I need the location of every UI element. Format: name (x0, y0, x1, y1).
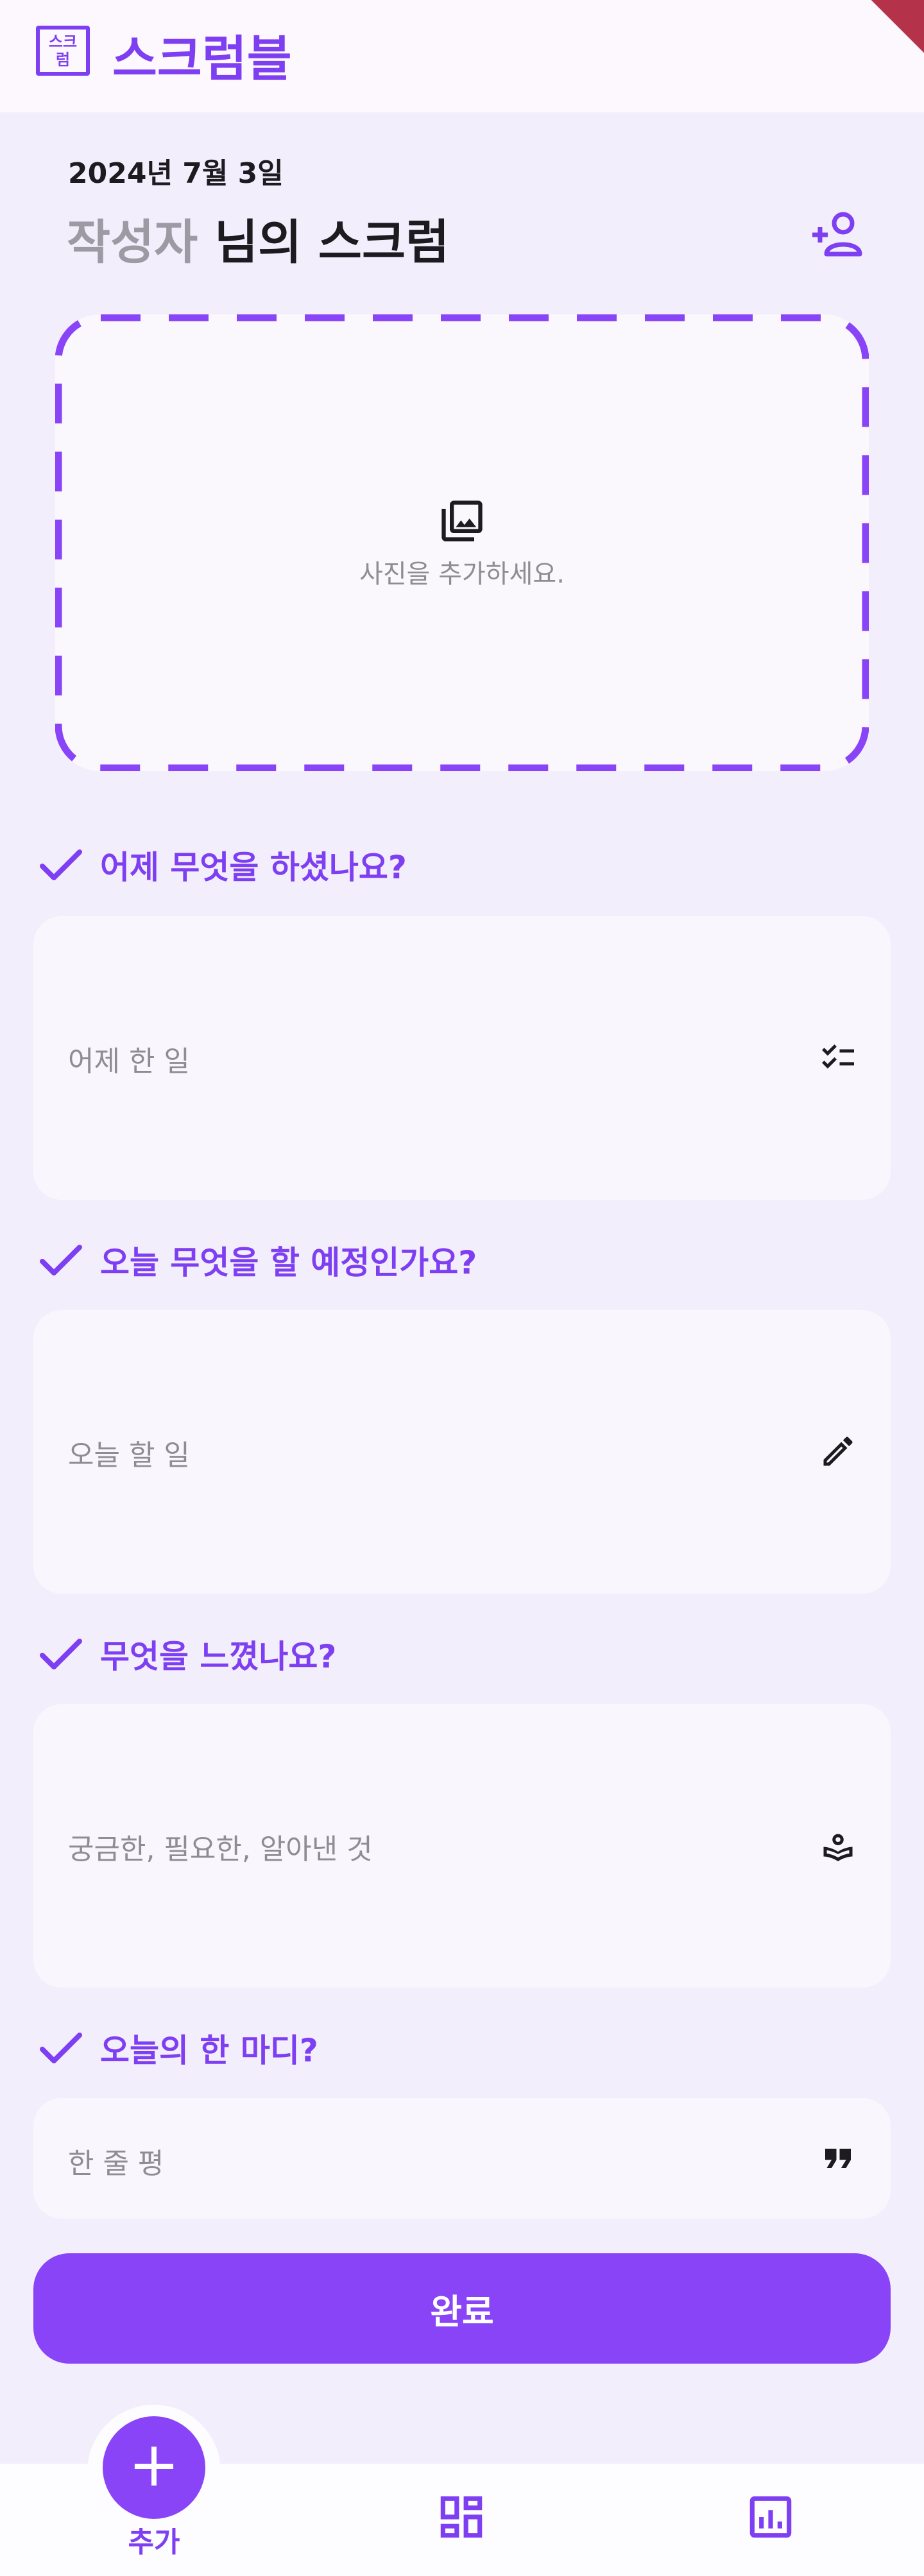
analytics-icon[interactable] (743, 2489, 798, 2545)
photo-library-icon (441, 500, 483, 542)
author-name[interactable]: 작성자 (67, 215, 198, 270)
today-placeholder: 오늘 할 일 (68, 1439, 190, 1472)
comment-input[interactable]: 한 줄 평 (33, 2098, 891, 2219)
section-today-header: 오늘 무엇을 할 예정인가요? (38, 1237, 477, 1283)
app-title: 스크럼블 (112, 30, 292, 87)
scrum-title: 작성자 님의 스크럼 (67, 204, 449, 273)
section-feeling-header: 무엇을 느꼈나요? (38, 1631, 336, 1677)
pencil-icon (823, 1437, 853, 1466)
submit-button[interactable]: 완료 (33, 2253, 891, 2364)
feeling-placeholder: 궁금한, 필요한, 알아낸 것 (68, 1833, 373, 1866)
checklist-icon (822, 1044, 854, 1069)
check-icon (40, 2033, 82, 2063)
book-person-icon (823, 1834, 853, 1861)
yesterday-placeholder: 어제 한 일 (68, 1045, 190, 1078)
yesterday-input[interactable]: 어제 한 일 (33, 916, 891, 1200)
section-yesterday-header: 어제 무엇을 하셨나요? (38, 842, 407, 888)
section-comment-header: 오늘의 한 마디? (38, 2025, 318, 2071)
section-comment-question: 오늘의 한 마디? (100, 2032, 318, 2069)
quote-icon (825, 2149, 851, 2168)
section-today-question: 오늘 무엇을 할 예정인가요? (100, 1244, 477, 1281)
check-icon (40, 1245, 82, 1275)
check-icon (40, 849, 82, 880)
dashboard-icon[interactable] (434, 2489, 489, 2545)
add-scrum-fab[interactable]: + (103, 2416, 205, 2519)
feeling-input[interactable]: 궁금한, 필요한, 알아낸 것 (33, 1704, 891, 1988)
section-feeling-question: 무엇을 느꼈나요? (100, 1638, 337, 1675)
scrum-date: 2024년 7월 3일 (68, 157, 284, 190)
nav-add-label: 추가 (128, 2526, 180, 2559)
section-yesterday-question: 어제 무엇을 하셨나요? (100, 849, 407, 886)
app-header: 스크럼 스크럼블 (0, 0, 924, 112)
logo-text: 스크럼 (48, 33, 78, 69)
photo-upload-label: 사진을 추가하세요. (359, 559, 565, 589)
comment-placeholder: 한 줄 평 (68, 2147, 164, 2180)
app-logo: 스크럼 (36, 26, 90, 76)
today-input[interactable]: 오늘 할 일 (33, 1310, 891, 1594)
check-icon (40, 1639, 82, 1669)
add-member-button[interactable] (810, 212, 864, 257)
person-add-icon (812, 212, 862, 257)
scrum-form-page: 스크럼 스크럼블 2024년 7월 3일 작성자 님의 스크럼 사진을 추가하세… (0, 0, 924, 2576)
debug-banner (828, 0, 924, 57)
scrum-title-suffix: 님의 스크럼 (198, 215, 450, 270)
